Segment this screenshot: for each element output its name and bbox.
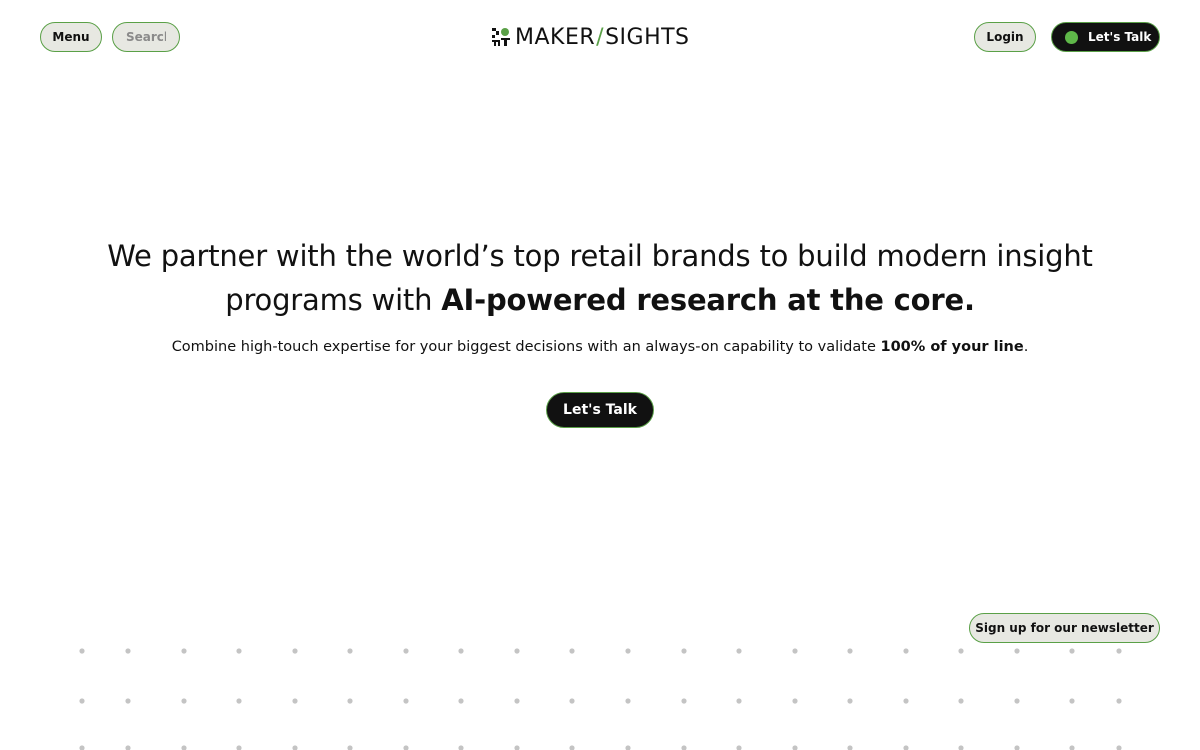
grid-dot: [736, 745, 742, 750]
grid-dot: [458, 745, 464, 750]
grid-dot: [181, 745, 187, 750]
grid-dot: [1014, 745, 1020, 750]
grid-dot: [958, 698, 964, 704]
grid-dot: [681, 648, 687, 654]
grid-dot: [292, 698, 298, 704]
grid-dot: [347, 698, 353, 704]
grid-dot: [236, 745, 242, 750]
logo-wordmark: MAKER/SIGHTS: [515, 25, 690, 50]
hero-subtitle-text: Combine high-touch expertise for your bi…: [171, 339, 881, 355]
grid-dot: [236, 698, 242, 704]
grid-dot: [403, 648, 409, 654]
grid-dot: [514, 648, 520, 654]
grid-dot: [1116, 745, 1122, 750]
hero-subtitle: Combine high-touch expertise for your bi…: [60, 337, 1140, 357]
grid-dot: [625, 648, 631, 654]
grid-dot: [792, 698, 798, 704]
menu-button[interactable]: Menu: [40, 22, 102, 52]
grid-dot: [958, 648, 964, 654]
grid-dot: [347, 745, 353, 750]
grid-dot: [847, 648, 853, 654]
grid-dot: [958, 745, 964, 750]
grid-dot: [125, 745, 131, 750]
grid-dot: [458, 648, 464, 654]
grid-dot: [569, 648, 575, 654]
grid-dot: [1069, 698, 1075, 704]
grid-dot: [903, 698, 909, 704]
grid-dot: [79, 745, 85, 750]
login-button[interactable]: Login: [974, 22, 1036, 52]
grid-dot: [903, 648, 909, 654]
grid-dot: [625, 698, 631, 704]
grid-dot: [1116, 648, 1122, 654]
grid-dot: [569, 745, 575, 750]
grid-dot: [681, 745, 687, 750]
grid-dot: [792, 648, 798, 654]
grid-dot: [903, 745, 909, 750]
green-dot-icon: [1065, 30, 1078, 44]
grid-dot: [736, 698, 742, 704]
hero-title-strong: AI-powered research at the core: [441, 283, 964, 317]
grid-dot: [736, 648, 742, 654]
newsletter-signup-button[interactable]: Sign up for our newsletter: [969, 613, 1160, 643]
hero-title: We partner with the world’s top retail b…: [60, 234, 1140, 322]
lets-talk-header-label: Let's Talk: [1088, 30, 1152, 44]
grid-dot: [181, 698, 187, 704]
logo-text-left: MAKER: [515, 24, 596, 50]
grid-dot: [79, 648, 85, 654]
grid-dot: [403, 745, 409, 750]
grid-dot: [125, 648, 131, 654]
logo-slash: /: [596, 24, 605, 50]
grid-dot: [514, 745, 520, 750]
hero-subtitle-end: .: [1023, 339, 1029, 355]
grid-dot: [292, 648, 298, 654]
makersights-logo-icon: [492, 28, 510, 46]
grid-dot: [847, 745, 853, 750]
grid-dot: [1014, 698, 1020, 704]
hero-subtitle-strong: 100% of your line: [880, 339, 1024, 355]
grid-dot: [1116, 698, 1122, 704]
grid-dot: [79, 698, 85, 704]
grid-dot: [847, 698, 853, 704]
page: Menu MAKER/SIGHTS Login Let's Talk We pa…: [0, 0, 1200, 750]
grid-dot: [1069, 745, 1075, 750]
grid-dot: [181, 648, 187, 654]
grid-dot: [514, 698, 520, 704]
site-logo[interactable]: MAKER/SIGHTS: [491, 24, 690, 50]
grid-dot: [569, 698, 575, 704]
grid-dot: [681, 698, 687, 704]
lets-talk-header-button[interactable]: Let's Talk: [1051, 22, 1160, 52]
hero-title-end: .: [963, 283, 975, 317]
lets-talk-hero-button[interactable]: Let's Talk: [546, 392, 654, 428]
site-header: Menu MAKER/SIGHTS Login Let's Talk: [0, 0, 1200, 72]
decorative-dot-grid: [79, 648, 1122, 750]
grid-dot: [1014, 648, 1020, 654]
grid-dot: [236, 648, 242, 654]
grid-dot: [792, 745, 798, 750]
grid-dot: [347, 648, 353, 654]
grid-dot: [403, 698, 409, 704]
grid-dot: [458, 698, 464, 704]
logo-text-right: SIGHTS: [605, 24, 690, 50]
grid-dot: [1069, 648, 1075, 654]
grid-dot: [292, 745, 298, 750]
search-input[interactable]: [112, 22, 180, 52]
grid-dot: [625, 745, 631, 750]
grid-dot: [125, 698, 131, 704]
